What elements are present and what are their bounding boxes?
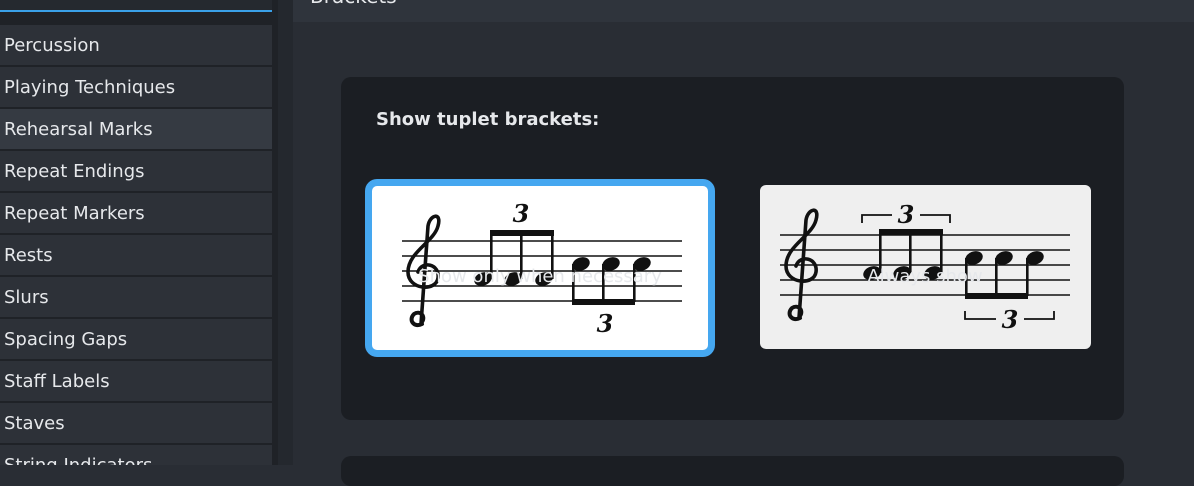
sidebar-item-label: Rehearsal Marks <box>4 118 153 140</box>
sidebar-item-repeat-markers[interactable]: Repeat Markers <box>0 193 272 233</box>
sidebar: Percussion Playing Techniques Rehearsal … <box>0 0 278 465</box>
sidebar-item-label: Slurs <box>4 286 49 308</box>
sidebar-item-label: Staves <box>4 412 65 434</box>
option-label-always: Always show <box>867 266 983 287</box>
sidebar-item-percussion[interactable]: Percussion <box>0 25 272 65</box>
tuplet-bracket-top-right <box>920 214 951 223</box>
sidebar-item-staff-labels[interactable]: Staff Labels <box>0 361 272 401</box>
sidebar-item-label: Repeat Endings <box>4 160 145 182</box>
sidebar-item-label: Staff Labels <box>4 370 110 392</box>
sidebar-item-label: Percussion <box>4 34 100 56</box>
tuplet-bracket-bottom-left <box>964 311 996 320</box>
option-label-necessary: Show only when necessary <box>418 266 662 287</box>
sidebar-item-slurs[interactable]: Slurs <box>0 277 272 317</box>
sidebar-item-playing-techniques[interactable]: Playing Techniques <box>0 67 272 107</box>
tuplet-number-top: 3 <box>513 199 530 228</box>
sidebar-search-input[interactable] <box>0 0 278 12</box>
sidebar-item-label: Repeat Markers <box>4 202 145 224</box>
sidebar-item-label: Playing Techniques <box>4 76 176 98</box>
sidebar-item-label: Rests <box>4 244 53 266</box>
tuplet-brackets-heading: Show tuplet brackets: <box>376 109 600 130</box>
sidebar-item-staves[interactable]: Staves <box>0 403 272 443</box>
sidebar-item-repeat-endings[interactable]: Repeat Endings <box>0 151 272 191</box>
panel-divider <box>278 0 293 465</box>
tuplet-number-top: 3 <box>898 200 915 229</box>
sidebar-item-rests[interactable]: Rests <box>0 235 272 275</box>
section-header: Brackets <box>293 0 1194 22</box>
next-section-card <box>341 456 1124 486</box>
sidebar-item-label: Spacing Gaps <box>4 328 128 350</box>
sidebar-item-label: String Indicators <box>4 454 153 466</box>
sidebar-item-spacing-gaps[interactable]: Spacing Gaps <box>0 319 272 359</box>
tuplet-bracket-top-left <box>861 214 892 223</box>
tuplet-number-bottom: 3 <box>597 309 614 338</box>
tuplet-brackets-card: Show tuplet brackets: 3 3 Show only when… <box>341 77 1124 420</box>
sidebar-item-string-indicators[interactable]: String Indicators <box>0 445 272 465</box>
sidebar-item-rehearsal-marks[interactable]: Rehearsal Marks <box>0 109 272 149</box>
sidebar-list: Percussion Playing Techniques Rehearsal … <box>0 25 272 465</box>
tuplet-bracket-bottom-right <box>1024 311 1055 320</box>
section-title: Brackets <box>310 0 397 8</box>
tuplet-number-bottom: 3 <box>1002 305 1019 334</box>
